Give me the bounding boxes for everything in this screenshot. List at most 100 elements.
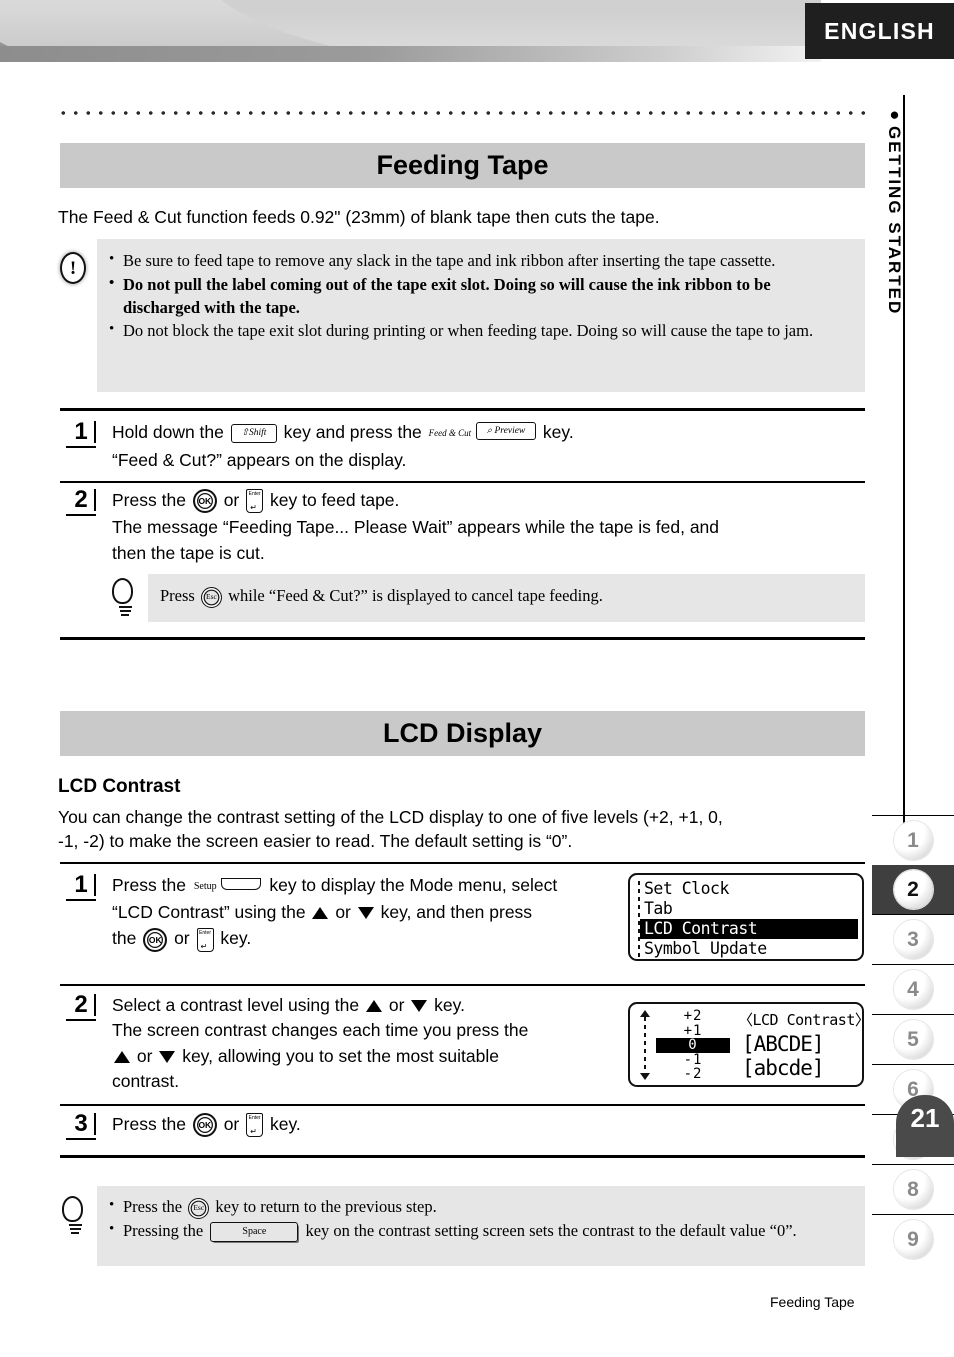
lcd-step-2-number: 2 [66,993,96,1021]
step-2-line3: then the tape is cut. [112,542,265,563]
chapter-tab-3[interactable]: 3 [872,914,954,964]
step-divider-rule [60,984,865,986]
return-arrow-icon: ↵ [250,1127,257,1137]
feed-and-cut-preview-key-icon: Feed & Cut ⌕ Preview [428,418,537,443]
lcd-menu-row: Tab [644,899,673,918]
chapter-tab-3-number: 3 [893,920,933,959]
chapter-tab-5[interactable]: 5 [872,1014,954,1064]
tip-box-feeding-tape: Press Esc while “Feed & Cut?” is display… [148,574,865,622]
lcd-contrast-intro-line1: You can change the contrast setting of t… [58,807,723,827]
subheading-lcd-contrast: LCD Contrast [58,776,181,797]
lcd-step-1-number-bar [93,874,96,896]
lcd-scroll-indicator [638,881,640,957]
lcd-contrast-intro-line2: -1, -2) to make the screen easier to rea… [58,830,573,851]
step-2-line1-part-a: Press the [112,490,186,510]
step-1-line1-part-b: key and press the [283,422,422,442]
step-1-line1-part-c: key. [542,422,574,442]
step-2-line1-part-b: or [223,490,240,510]
chapter-tab-8[interactable]: 8 [872,1164,954,1214]
lcd-step-3-number-bar [93,1113,96,1135]
section-label-getting-started: ●GETTING STARTED [884,105,904,315]
lcd-step-2-line1-part-c: key. [434,995,465,1015]
lcd-step-1-number-text: 1 [66,873,96,901]
step-2-number-text: 2 [66,488,96,516]
lcd-scroll-arrows-icon [640,1010,650,1082]
chapter-tab-9[interactable]: 9 [872,1214,954,1264]
tip-text-part-b: while “Feed & Cut?” is displayed to canc… [228,586,603,605]
chapter-tab-list: 1 2 3 4 5 6 7 8 9 [872,815,954,1264]
section-end-rule [60,637,865,640]
enter-key-label: Enter [248,1115,261,1122]
tip-item-1-part-a: Press the [123,1197,183,1216]
enter-key-icon: Enter ↵ [196,927,214,952]
return-arrow-icon: ↵ [200,941,208,951]
enter-key-icon: Enter ↵ [246,489,264,514]
chapter-tab-1-number: 1 [893,821,933,860]
ok-key-icon: OK [192,1113,217,1138]
side-navigation-rail: ●GETTING STARTED 1 2 3 4 5 6 7 8 9 2 1 [872,95,954,1275]
lightbulb-icon [112,578,138,616]
lcd-contrast-level-list: +2 +1 0 -1 -2 [656,1009,730,1082]
step-1-number-bar [93,421,96,443]
lcd-contrast-level-selected: 0 [656,1038,730,1053]
chapter-tab-2[interactable]: 2 [872,865,954,914]
footer-running-title: Feeding Tape [770,1294,855,1310]
lcd-step-2-line4: contrast. [112,1071,180,1092]
setup-key-icon: Setup [194,871,262,896]
lcd-step-2-line2: The screen contrast changes each time yo… [112,1020,529,1041]
setup-key-label: Setup [193,880,217,892]
section-end-rule [60,1155,865,1158]
arrow-down-icon [411,1000,428,1013]
chapter-tab-4-number: 4 [893,970,933,1009]
lcd-step-2-text: Select a contrast level using the or key… [112,993,617,1095]
step-1-line2: “Feed & Cut?” appears on the display. [112,450,407,471]
step-2-line1-part-c: key to feed tape. [270,490,400,510]
lcd-step-1-line2-part-b: or [335,902,351,923]
caution-item: Do not pull the label coming out of the … [107,273,851,320]
feeding-tape-intro: The Feed & Cut function feeds 0.92" (23m… [58,207,660,227]
enter-key-label: Enter [199,929,211,936]
tip-item-2-part-c: “0”. [769,1220,797,1240]
tip-item-2-part-a: Pressing the [123,1220,204,1240]
feed-and-cut-key-label: Feed & Cut [428,427,472,438]
section-label-text: GETTING STARTED [885,126,904,316]
lcd-menu-row: Symbol Update [644,939,767,958]
lcd-step-1-line2: “LCD Contrast” using the or key, and the… [112,900,617,925]
lcd-step-3-part-b: or [223,1114,240,1134]
section-bullet-icon: ● [885,105,904,126]
tip-item: Pressing the Space key on the contrast s… [107,1219,853,1243]
lcd-step-1-line1-part-b: key to display the Mode menu, select [269,875,558,895]
lcd-step-3-part-a: Press the [112,1114,186,1134]
ok-key-icon: OK [192,489,217,514]
return-arrow-icon: ↵ [250,503,257,513]
lcd-step-1-line3-part-a: the [112,928,137,949]
lcd-screen-contrast-setting: +2 +1 0 -1 -2 〈LCD Contrast〉 [ABCDE] [ab… [628,1002,864,1087]
step-divider-rule [60,408,865,411]
arrow-down-icon [357,907,374,920]
chapter-tab-1[interactable]: 1 [872,815,954,865]
arrow-down-icon [159,1051,176,1064]
lcd-contrast-level: +1 [683,1022,703,1039]
tip-item-2-part-b: key on the contrast setting screen sets … [305,1220,766,1240]
lcd-step-3-part-c: key. [270,1114,301,1134]
lightbulb-icon [62,1196,88,1234]
lcd-contrast-level: -1 [683,1051,703,1068]
lcd-step-1-text: Press the Setup key to display the Mode … [112,873,617,952]
chapter-tab-4[interactable]: 4 [872,964,954,1014]
lcd-step-2-line1-part-b: or [388,995,405,1015]
lcd-step-1-line2-part-a: “LCD Contrast” using the [112,902,306,923]
arrow-up-icon [114,1051,130,1064]
lcd-contrast-level: -2 [683,1066,703,1082]
arrow-up-icon [365,1000,382,1013]
step-2-line2: The message “Feeding Tape... Please Wait… [112,517,720,538]
lcd-step-3-number: 3 [66,1112,96,1140]
caution-item: Do not block the tape exit slot during p… [107,319,851,343]
lcd-preview-line1: [ABCDE] [742,1032,825,1056]
tip-box-lcd-contrast: Press the Esc key to return to the previ… [97,1186,865,1266]
enter-key-icon: Enter ↵ [246,1113,264,1138]
lcd-step-1-line3-part-b: or [174,928,190,949]
lcd-screen-mode-menu: Set Clock Tab LCD Contrast Symbol Update [628,873,864,961]
lcd-step-1-line1-part-a: Press the [112,875,186,895]
lcd-step-2-line3-part-b: key, allowing you to set the most suitab… [182,1045,499,1066]
chapter-tab-2-number: 2 [893,870,933,909]
